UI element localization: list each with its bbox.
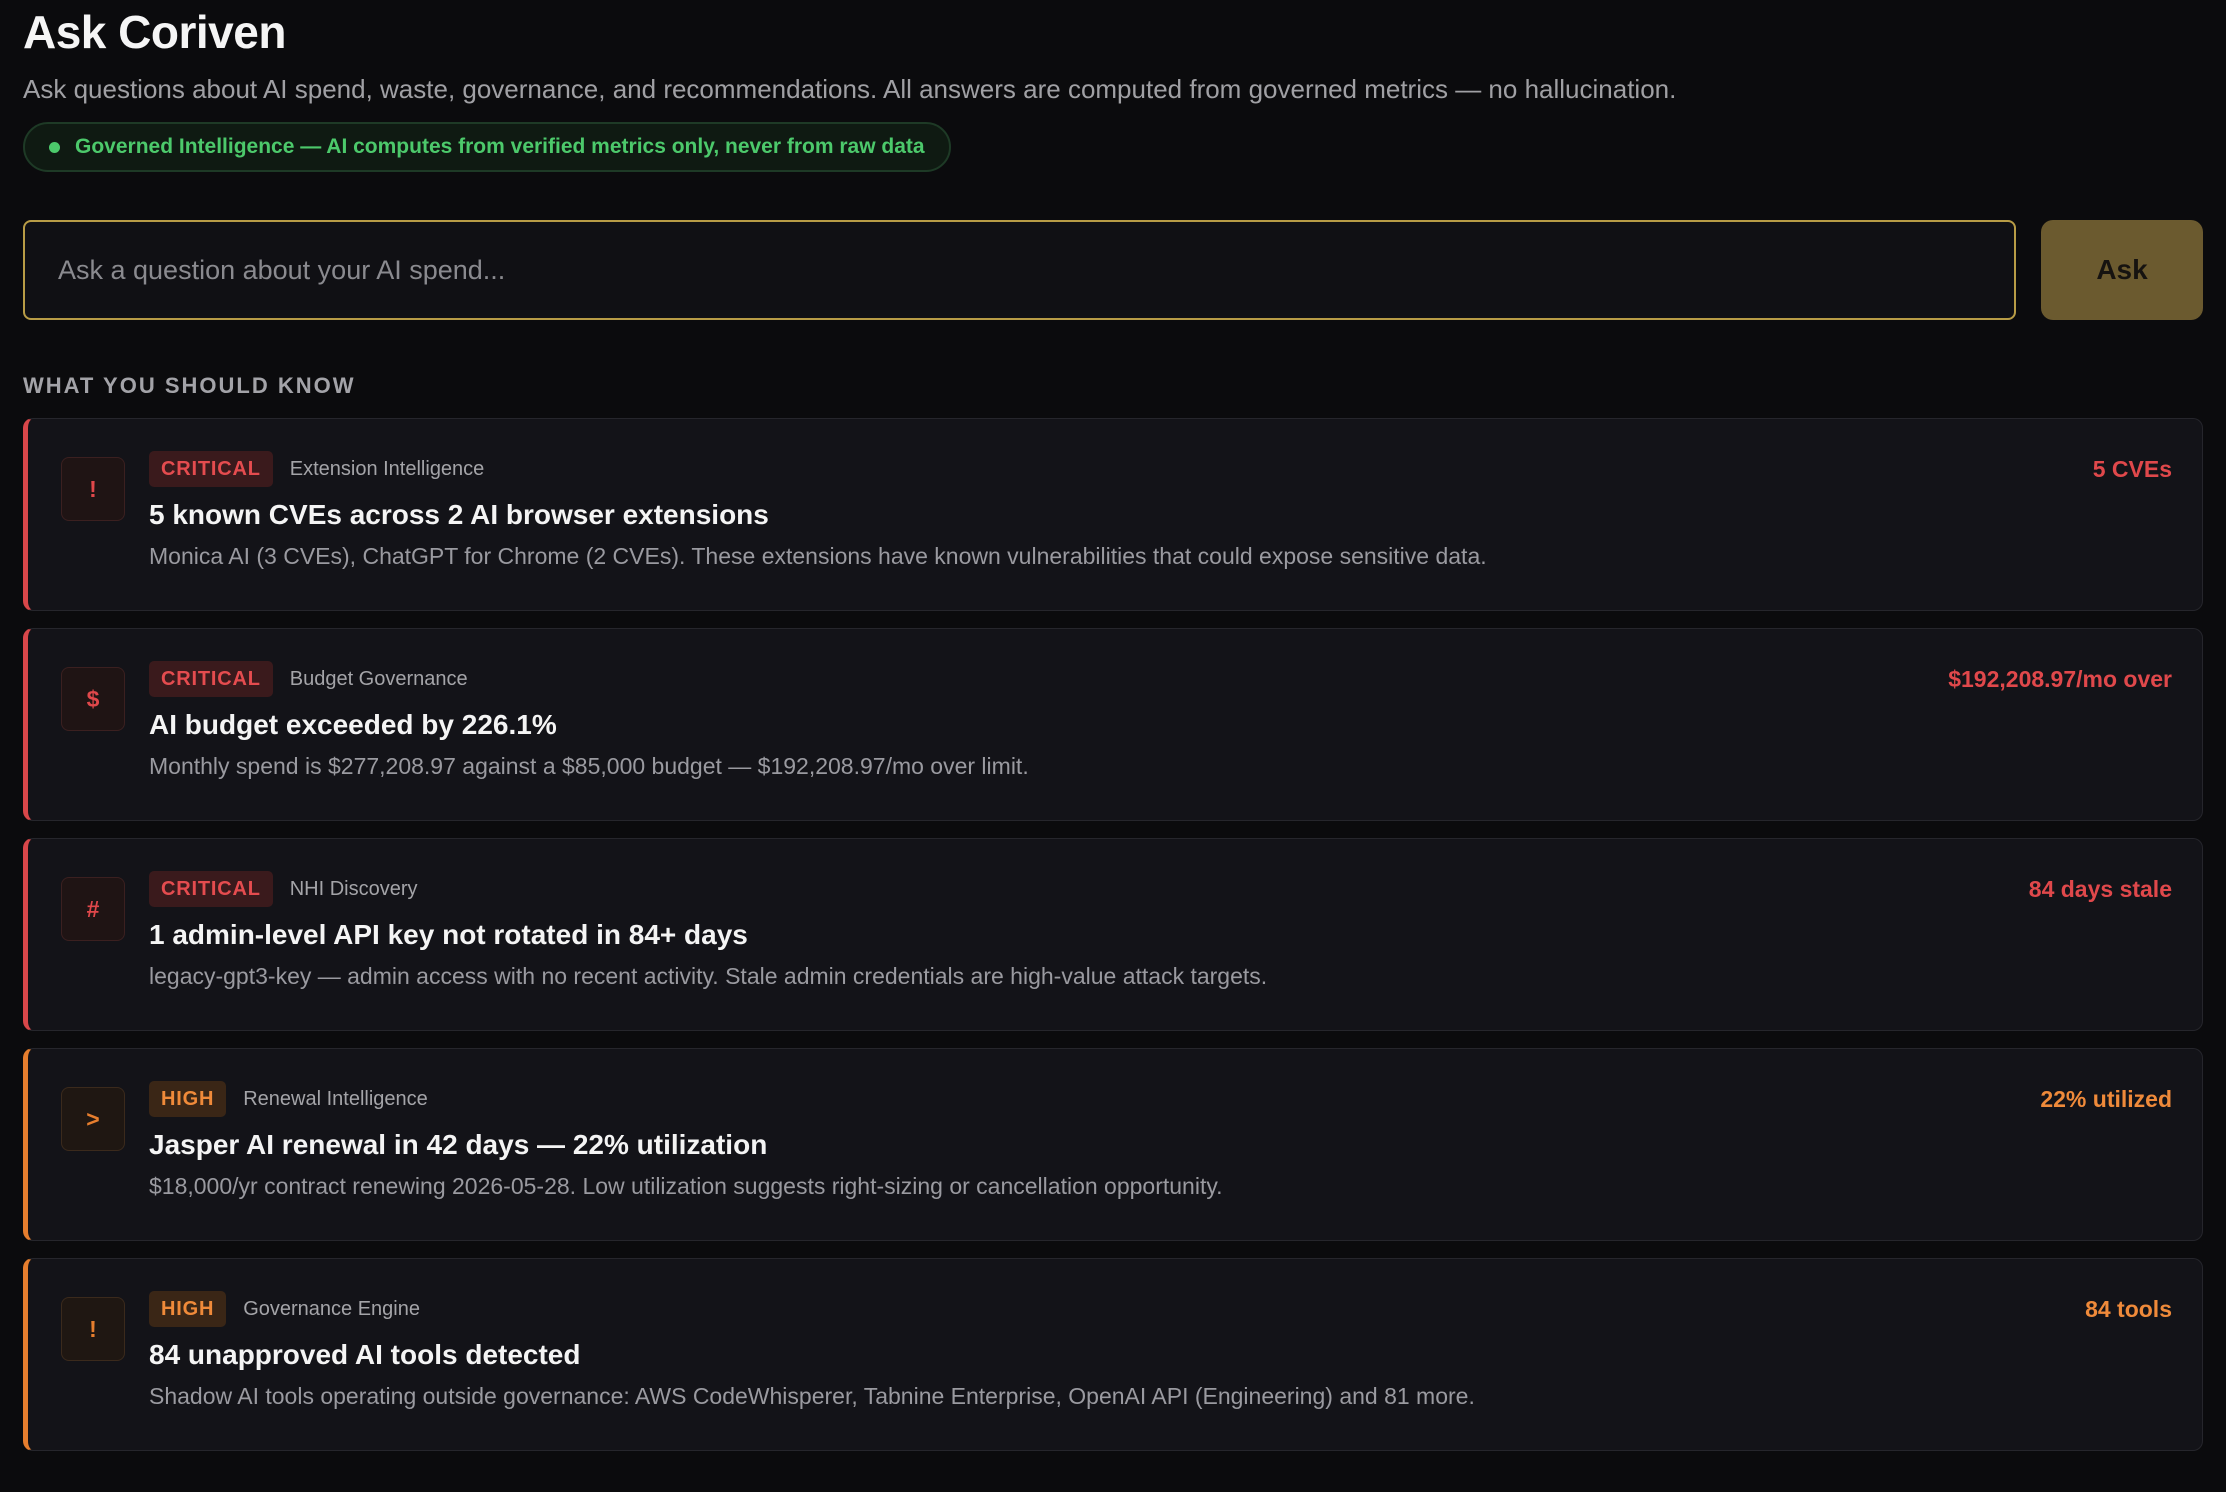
insight-title: Jasper AI renewal in 42 days — 22% utili… <box>149 1129 768 1160</box>
insight-list: ! CRITICAL Extension Intelligence 5 CVEs… <box>23 418 2203 1451</box>
severity-badge: CRITICAL <box>149 451 273 487</box>
insight-metric: $192,208.97/mo over <box>1948 666 2172 692</box>
insight-metric: 22% utilized <box>2040 1086 2172 1112</box>
severity-badge: HIGH <box>149 1291 227 1327</box>
insight-title: AI budget exceeded by 226.1% <box>149 709 557 740</box>
insight-card[interactable]: # CRITICAL NHI Discovery 84 days stale 1… <box>23 838 2203 1031</box>
insight-card[interactable]: $ CRITICAL Budget Governance $192,208.97… <box>23 628 2203 821</box>
insight-metric: 5 CVEs <box>2092 456 2172 482</box>
ask-question-input[interactable] <box>23 220 2016 320</box>
alert-icon: ! <box>61 457 125 521</box>
hash-icon: # <box>61 877 125 941</box>
insight-source: Renewal Intelligence <box>243 1087 428 1110</box>
ask-bar: Ask <box>23 220 2203 320</box>
page-subtitle: Ask questions about AI spend, waste, gov… <box>23 74 1677 104</box>
section-heading: WHAT YOU SHOULD KNOW <box>23 373 356 398</box>
governed-intelligence-badge: Governed Intelligence — AI computes from… <box>23 122 951 172</box>
insight-source: Budget Governance <box>289 667 468 690</box>
insight-description: $18,000/yr contract renewing 2026-05-28.… <box>149 1173 1223 1199</box>
insight-title: 84 unapproved AI tools detected <box>149 1339 581 1370</box>
ask-button[interactable]: Ask <box>2041 220 2203 320</box>
severity-badge: CRITICAL <box>149 871 273 907</box>
insight-metric: 84 tools <box>2085 1296 2172 1322</box>
insight-source: Extension Intelligence <box>289 457 485 480</box>
insight-source: Governance Engine <box>243 1297 420 1320</box>
alert-icon: ! <box>61 1297 125 1361</box>
insight-card[interactable]: > HIGH Renewal Intelligence 22% utilized… <box>23 1048 2203 1241</box>
insight-title: 1 admin-level API key not rotated in 84+… <box>149 919 748 950</box>
severity-badge: CRITICAL <box>149 661 273 697</box>
insight-source: NHI Discovery <box>289 877 418 900</box>
page-title: Ask Coriven <box>23 6 286 58</box>
insight-description: Shadow AI tools operating outside govern… <box>149 1383 1475 1409</box>
insight-description: Monthly spend is $277,208.97 against a $… <box>149 753 1029 779</box>
insight-description: Monica AI (3 CVEs), ChatGPT for Chrome (… <box>149 543 1487 569</box>
status-dot-icon <box>49 141 60 153</box>
chevron-right-icon: > <box>61 1087 125 1151</box>
insight-metric: 84 days stale <box>2028 876 2172 902</box>
insight-card[interactable]: ! HIGH Governance Engine 84 tools 84 una… <box>23 1258 2203 1451</box>
insight-description: legacy-gpt3-key — admin access with no r… <box>149 963 1268 989</box>
severity-badge: HIGH <box>149 1081 227 1117</box>
governed-intelligence-label: Governed Intelligence — AI computes from… <box>75 135 925 158</box>
dollar-icon: $ <box>61 667 125 731</box>
insight-title: 5 known CVEs across 2 AI browser extensi… <box>149 499 769 530</box>
insight-card[interactable]: ! CRITICAL Extension Intelligence 5 CVEs… <box>23 418 2203 611</box>
ask-coriven-page: Ask Coriven Ask questions about AI spend… <box>0 0 2226 1492</box>
